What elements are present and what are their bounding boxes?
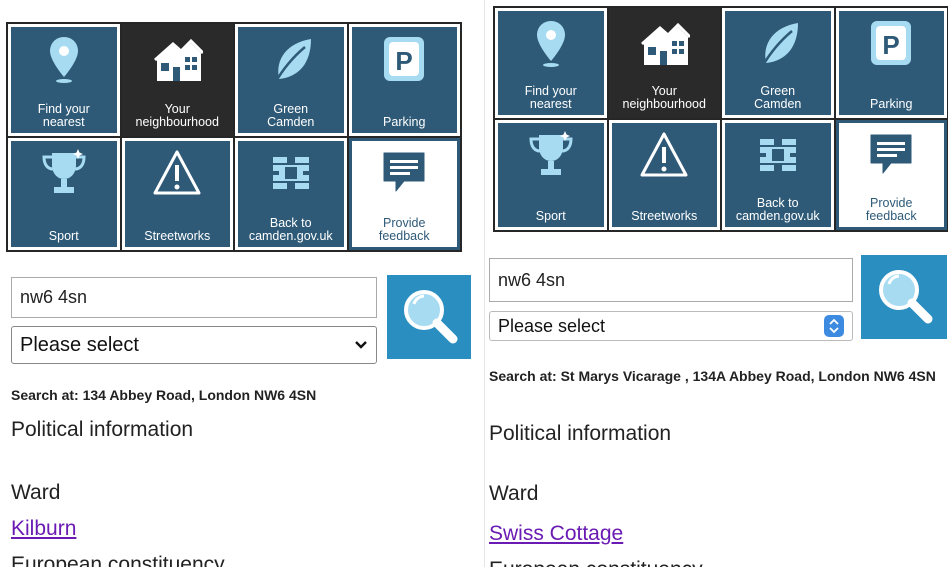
tile-your-neighbourhood[interactable]: Your neighbourhood: [608, 8, 720, 118]
tile-back-to-camden[interactable]: Back to camden.gov.uk: [722, 120, 834, 230]
tile-label: Provide feedback: [865, 196, 917, 223]
tile-find-your-nearest[interactable]: Find your nearest: [8, 24, 120, 136]
tile-label: Parking: [383, 115, 426, 129]
search-button[interactable]: [861, 255, 947, 339]
parking-icon: P: [865, 17, 917, 74]
tile-streetworks[interactable]: Streetworks: [608, 120, 720, 230]
parking-icon: P: [378, 33, 430, 90]
svg-text:P: P: [396, 46, 413, 76]
search-icon: [873, 264, 935, 331]
ward-heading: Ward: [489, 482, 539, 505]
speech-bubble-icon: [865, 129, 917, 186]
location-pin-icon: [525, 17, 577, 74]
speech-bubble-icon: [378, 147, 430, 204]
political-info-heading: Political information: [11, 418, 194, 441]
right-page-panel: Find your nearest Your neighbourhood Gre…: [484, 0, 948, 567]
search-input-value: nw6 4sn: [20, 287, 88, 307]
european-constituency-heading: European constituency: [11, 553, 225, 567]
tile-label: Provide feedback: [378, 216, 430, 243]
tile-label: Find your nearest: [37, 102, 90, 129]
address-select[interactable]: Please select: [11, 326, 377, 364]
houses-icon: [151, 33, 205, 90]
houses-icon: [638, 17, 692, 74]
warning-icon: [638, 129, 690, 186]
tile-green-camden[interactable]: Green Camden: [722, 8, 834, 118]
tile-label: Parking: [870, 97, 913, 111]
search-input-value: nw6 4sn: [498, 269, 566, 290]
postcode-search-input[interactable]: nw6 4sn: [11, 277, 377, 318]
tile-label: Sport: [48, 229, 79, 243]
tile-sport[interactable]: Sport: [8, 138, 120, 250]
tile-green-camden[interactable]: Green Camden: [235, 24, 347, 136]
tile-back-to-camden[interactable]: Back to camden.gov.uk: [235, 138, 347, 250]
tile-your-neighbourhood[interactable]: Your neighbourhood: [121, 24, 233, 136]
tile-label: Find your nearest: [524, 84, 577, 111]
warning-icon: [151, 147, 203, 204]
location-pin-icon: [38, 33, 90, 90]
tile-provide-feedback[interactable]: Provide feedback: [348, 138, 460, 250]
service-tile-grid: Find your nearest Your neighbourhood Gre…: [493, 6, 948, 232]
trophy-icon: [525, 129, 577, 186]
tile-label: Your neighbourhood: [135, 102, 219, 129]
search-button[interactable]: [387, 275, 471, 359]
tile-label: Sport: [535, 209, 566, 223]
address-select[interactable]: Please select: [489, 311, 853, 341]
select-value: Please select: [498, 315, 606, 336]
tile-streetworks[interactable]: Streetworks: [121, 138, 233, 250]
tile-label: Back to camden.gov.uk: [248, 216, 333, 243]
search-at-text: Search at: 134 Abbey Road, London NW6 4S…: [11, 387, 317, 403]
chevron-down-icon: [354, 337, 368, 353]
search-at-text: Search at: St Marys Vicarage , 134A Abbe…: [489, 368, 936, 384]
ward-heading: Ward: [11, 481, 61, 504]
ward-link[interactable]: Swiss Cottage: [489, 522, 623, 546]
tile-sport[interactable]: Sport: [495, 120, 607, 230]
tile-parking[interactable]: P Parking: [835, 8, 947, 118]
tile-find-your-nearest[interactable]: Find your nearest: [495, 8, 607, 118]
tile-label: Streetworks: [144, 229, 211, 243]
svg-text:P: P: [883, 30, 900, 60]
trophy-icon: [38, 147, 90, 204]
tile-label: Back to camden.gov.uk: [735, 196, 820, 223]
tile-provide-feedback[interactable]: Provide feedback: [835, 120, 947, 230]
leaf-icon: [752, 17, 804, 74]
tile-label: Your neighbourhood: [622, 84, 706, 111]
tile-label: Green Camden: [267, 102, 315, 129]
search-icon: [398, 284, 460, 351]
leaf-icon: [265, 33, 317, 90]
ward-link[interactable]: Kilburn: [11, 517, 76, 541]
left-page-panel: Find your nearest Your neighbourhood Gre…: [0, 0, 484, 567]
tile-label: Green Camden: [754, 84, 802, 111]
select-value: Please select: [20, 333, 139, 356]
tile-parking[interactable]: P Parking: [348, 24, 460, 136]
postcode-search-input[interactable]: nw6 4sn: [489, 258, 853, 302]
tile-label: Streetworks: [631, 209, 698, 223]
european-constituency-heading: European constituency: [489, 558, 703, 567]
select-stepper-icon: [824, 315, 844, 337]
service-tile-grid: Find your nearest Your neighbourhood Gre…: [6, 22, 462, 252]
political-info-heading: Political information: [489, 422, 672, 445]
camden-logo-icon: [265, 147, 317, 204]
camden-logo-icon: [752, 129, 804, 186]
